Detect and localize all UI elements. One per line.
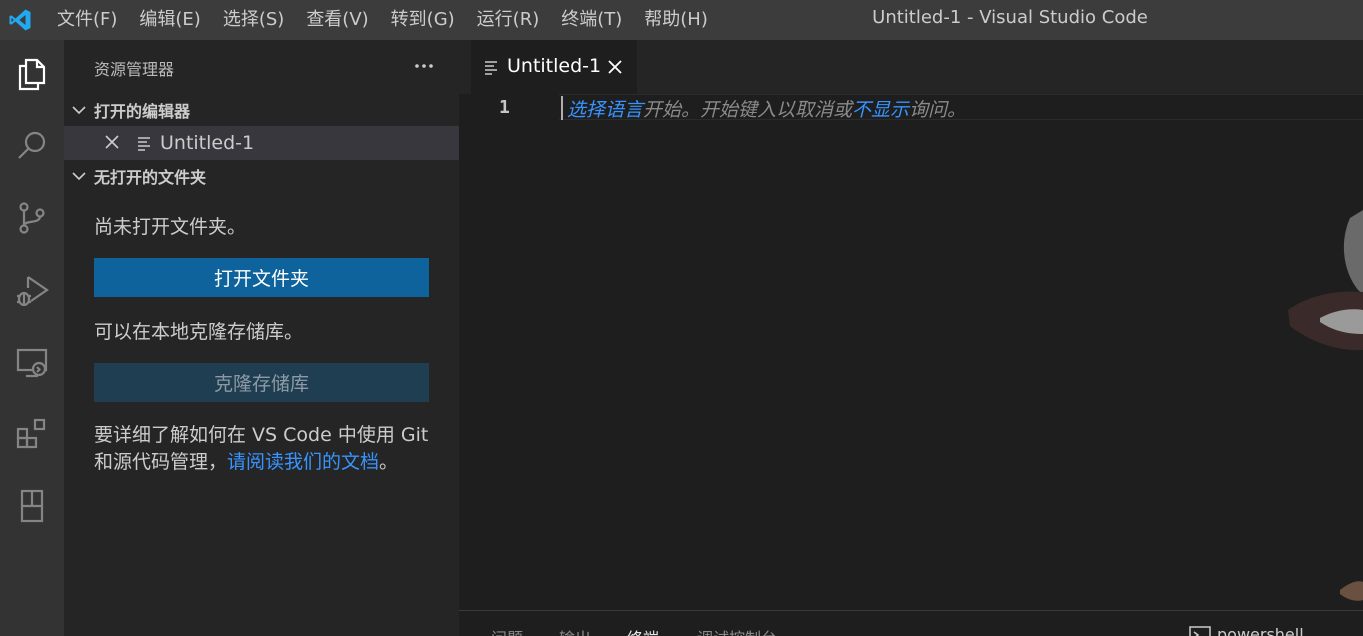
terminal-selector[interactable]: powershell	[1189, 625, 1304, 636]
extensions-icon[interactable]	[0, 402, 64, 466]
tab-label: Untitled-1	[507, 55, 602, 77]
more-actions-icon[interactable]	[410, 52, 438, 80]
background-figure	[1288, 210, 1363, 601]
menu-terminal[interactable]: 终端(T)	[550, 2, 633, 38]
dont-show-link[interactable]: 不显示	[852, 99, 909, 121]
read-docs-link[interactable]: 请阅读我们的文档	[227, 451, 379, 473]
no-folder-header[interactable]: 无打开的文件夹	[64, 162, 459, 190]
sidebar-title: 资源管理器	[94, 60, 175, 79]
window-title: Untitled-1 - Visual Studio Code	[872, 7, 1148, 28]
open-editors-header[interactable]: 打开的编辑器	[64, 96, 459, 124]
vscode-logo-icon	[0, 2, 40, 38]
menu-bar: 文件(F) 编辑(E) 选择(S) 查看(V) 转到(G) 运行(R) 终端(T…	[46, 2, 719, 38]
close-icon[interactable]	[603, 55, 627, 79]
chevron-down-icon	[64, 171, 94, 181]
close-icon[interactable]	[102, 132, 122, 152]
editor-area[interactable]: 1 选择语言开始。开始键入以取消或不显示询问。	[459, 94, 1363, 610]
chevron-down-icon	[64, 105, 94, 115]
explorer-sidebar: 资源管理器 打开的编辑器 Untitled-1 无打开的文件夹 尚未打开文件夹。…	[64, 40, 459, 636]
tab-output[interactable]: 输出	[559, 625, 591, 636]
text-file-icon	[136, 135, 152, 151]
tab-problems[interactable]: 问题	[491, 625, 523, 636]
editor-tabs-bar: Untitled-1	[459, 40, 1363, 94]
run-debug-icon[interactable]	[0, 258, 64, 322]
line-number: 1	[499, 97, 510, 118]
terminal-icon	[1189, 625, 1211, 636]
hint-text-1: 开始。开始键入以取消或	[643, 99, 853, 121]
terminal-name: powershell	[1217, 625, 1304, 636]
tab-untitled-1[interactable]: Untitled-1	[471, 40, 637, 94]
menu-file[interactable]: 文件(F)	[46, 2, 128, 38]
tab-debug-console[interactable]: 调试控制台	[697, 625, 777, 636]
learn-more-text: 要详细了解如何在 VS Code 中使用 Git 和源代码管理，请阅读我们的文档…	[94, 422, 439, 476]
menu-help[interactable]: 帮助(H)	[633, 2, 719, 38]
open-editor-item[interactable]: Untitled-1	[64, 126, 459, 160]
no-folder-message: 尚未打开文件夹。	[94, 216, 247, 238]
menu-go[interactable]: 转到(G)	[380, 2, 466, 38]
select-language-link[interactable]: 选择语言	[567, 99, 643, 121]
text-file-icon	[483, 59, 499, 75]
explorer-icon[interactable]	[0, 42, 64, 106]
clone-message: 可以在本地克隆存储库。	[94, 321, 304, 343]
clone-repository-button[interactable]: 克隆存储库	[94, 363, 429, 402]
learn-line-2: 和源代码管理，请阅读我们的文档。	[94, 449, 439, 476]
no-folder-title: 无打开的文件夹	[94, 168, 207, 187]
hint-text-2: 询问。	[909, 99, 967, 121]
menu-view[interactable]: 查看(V)	[295, 2, 379, 38]
learn-line-2-prefix: 和源代码管理，	[94, 451, 228, 473]
menu-selection[interactable]: 选择(S)	[212, 2, 295, 38]
menu-edit[interactable]: 编辑(E)	[128, 2, 211, 38]
open-editors-title: 打开的编辑器	[94, 102, 191, 121]
activity-bar	[0, 40, 64, 636]
text-cursor	[561, 96, 563, 120]
learn-line-1: 要详细了解如何在 VS Code 中使用 Git	[94, 424, 429, 446]
bottom-panel: 问题 输出 终端 调试控制台 powershell	[459, 610, 1363, 636]
book-icon[interactable]	[0, 474, 64, 538]
open-folder-button[interactable]: 打开文件夹	[94, 258, 429, 297]
tab-terminal[interactable]: 终端	[627, 625, 659, 636]
open-editor-filename: Untitled-1	[160, 132, 255, 154]
source-control-icon[interactable]	[0, 186, 64, 250]
learn-suffix: 。	[379, 451, 399, 473]
menu-run[interactable]: 运行(R)	[466, 2, 551, 38]
editor-hint: 选择语言开始。开始键入以取消或不显示询问。	[567, 95, 966, 122]
title-bar: 文件(F) 编辑(E) 选择(S) 查看(V) 转到(G) 运行(R) 终端(T…	[0, 0, 1363, 40]
remote-explorer-icon[interactable]	[0, 330, 64, 394]
search-icon[interactable]	[0, 114, 64, 178]
